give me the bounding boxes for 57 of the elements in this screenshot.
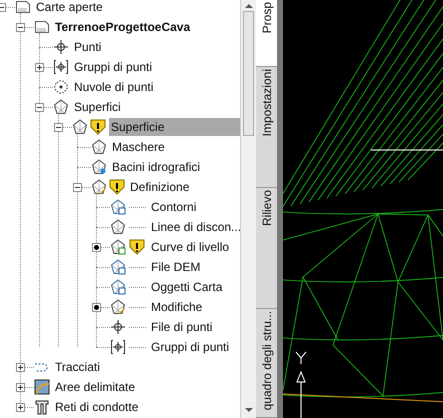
expand-toggle[interactable] xyxy=(16,362,25,372)
palette-tab[interactable]: Rilievo xyxy=(256,188,277,309)
tree-item[interactable]: Oggetti Carta xyxy=(149,278,224,296)
surface-icon xyxy=(110,219,126,235)
scroll-thumb[interactable] xyxy=(243,11,254,136)
surface-icon xyxy=(91,159,107,175)
pipe-icon xyxy=(34,399,50,415)
surface-icon xyxy=(72,119,88,135)
tree-item[interactable]: Contorni xyxy=(149,198,198,216)
collapse-toggle[interactable] xyxy=(54,122,63,132)
surface-icon xyxy=(110,199,126,215)
tree-item[interactable]: Superfici xyxy=(72,98,123,116)
tree-item[interactable]: Modifiche xyxy=(149,298,204,316)
surface-icon xyxy=(110,239,126,255)
expand-toggle[interactable] xyxy=(16,382,25,392)
bracketed-crosshair-icon xyxy=(53,59,69,75)
tree-item[interactable]: Aree delimitate xyxy=(53,378,138,396)
tree-item[interactable]: Bacini idrografici xyxy=(110,158,202,176)
tree-item[interactable]: Reti di condotte xyxy=(53,398,140,416)
collapse-toggle[interactable] xyxy=(35,102,44,112)
bullet-toggle[interactable] xyxy=(92,242,101,252)
surface-icon xyxy=(91,139,107,155)
crosshair-icon xyxy=(53,39,69,55)
tree-item[interactable]: Maschere xyxy=(110,138,167,156)
palette-tab[interactable]: Prosp xyxy=(256,0,277,67)
parcel-icon xyxy=(34,379,50,395)
tree-item[interactable]: File di punti xyxy=(149,318,214,336)
collapse-toggle[interactable] xyxy=(16,22,25,32)
dotted-cloud-icon xyxy=(53,79,69,95)
palette-tab[interactable]: Impostazioni xyxy=(256,67,277,188)
tree-item[interactable]: File DEM xyxy=(149,258,202,276)
tree-item[interactable]: TerrenoeProgettoeCava xyxy=(53,18,192,36)
tree-item[interactable]: Punti xyxy=(72,38,104,56)
tree-item[interactable]: Gruppi di punti xyxy=(72,58,154,76)
surface-icon xyxy=(53,99,69,115)
surface-icon xyxy=(110,279,126,295)
tree-item[interactable]: Superficie xyxy=(109,118,240,136)
tree-item[interactable]: Nuvole di punti xyxy=(72,78,156,96)
tree-item[interactable]: Gruppi di punti xyxy=(149,338,232,356)
tree-item[interactable]: Definizione xyxy=(128,178,192,196)
surface-icon xyxy=(110,259,126,275)
palette-tab[interactable]: quadro degli stru... xyxy=(256,309,277,418)
expand-toggle[interactable] xyxy=(16,402,25,412)
tree-item[interactable]: Curve di livello xyxy=(149,238,232,256)
collapse-toggle[interactable] xyxy=(73,182,82,192)
crosshair-icon xyxy=(110,319,126,335)
document-icon xyxy=(34,19,50,35)
tree-item[interactable]: Tracciati xyxy=(53,358,102,376)
scrollbar[interactable] xyxy=(240,0,256,418)
bracketed-crosshair-icon xyxy=(110,339,126,355)
expand-toggle[interactable] xyxy=(35,62,44,72)
tree-item[interactable]: Linee di discon... xyxy=(149,218,240,236)
ucs-axis-icon xyxy=(294,350,308,418)
bullet-toggle[interactable] xyxy=(92,302,101,312)
surface-icon xyxy=(91,179,107,195)
surface-icon xyxy=(110,299,126,315)
tree-item[interactable]: Carte aperte xyxy=(34,0,105,16)
